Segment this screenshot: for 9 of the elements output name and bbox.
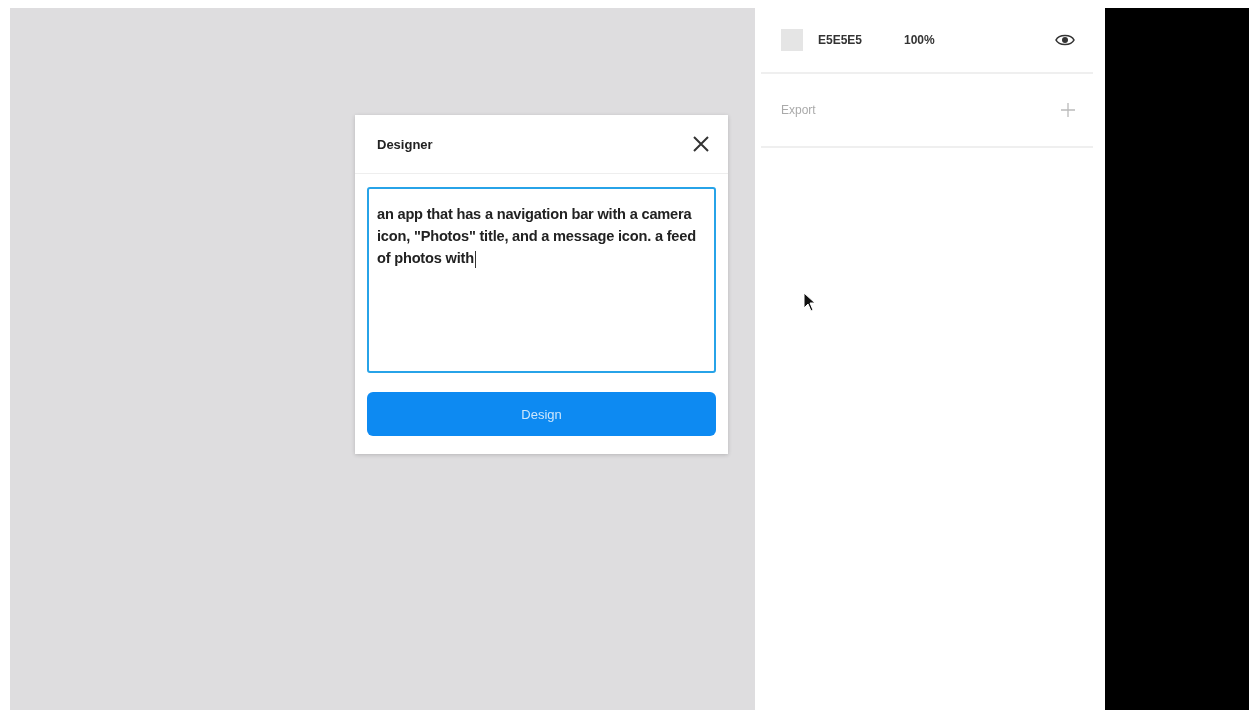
export-label: Export bbox=[781, 103, 816, 117]
fill-hex[interactable]: E5E5E5 bbox=[818, 33, 904, 47]
fill-opacity[interactable]: 100% bbox=[904, 33, 935, 47]
color-swatch[interactable] bbox=[781, 29, 803, 51]
eye-icon[interactable] bbox=[1055, 33, 1075, 47]
prompt-field[interactable]: an app that has a navigation bar with a camera icon, "Photos" title, and a message icon. a feed of photos with bbox=[367, 187, 716, 373]
pointer-icon bbox=[803, 292, 816, 312]
dialog-title: Designer bbox=[377, 136, 433, 152]
close-icon[interactable] bbox=[692, 135, 710, 153]
